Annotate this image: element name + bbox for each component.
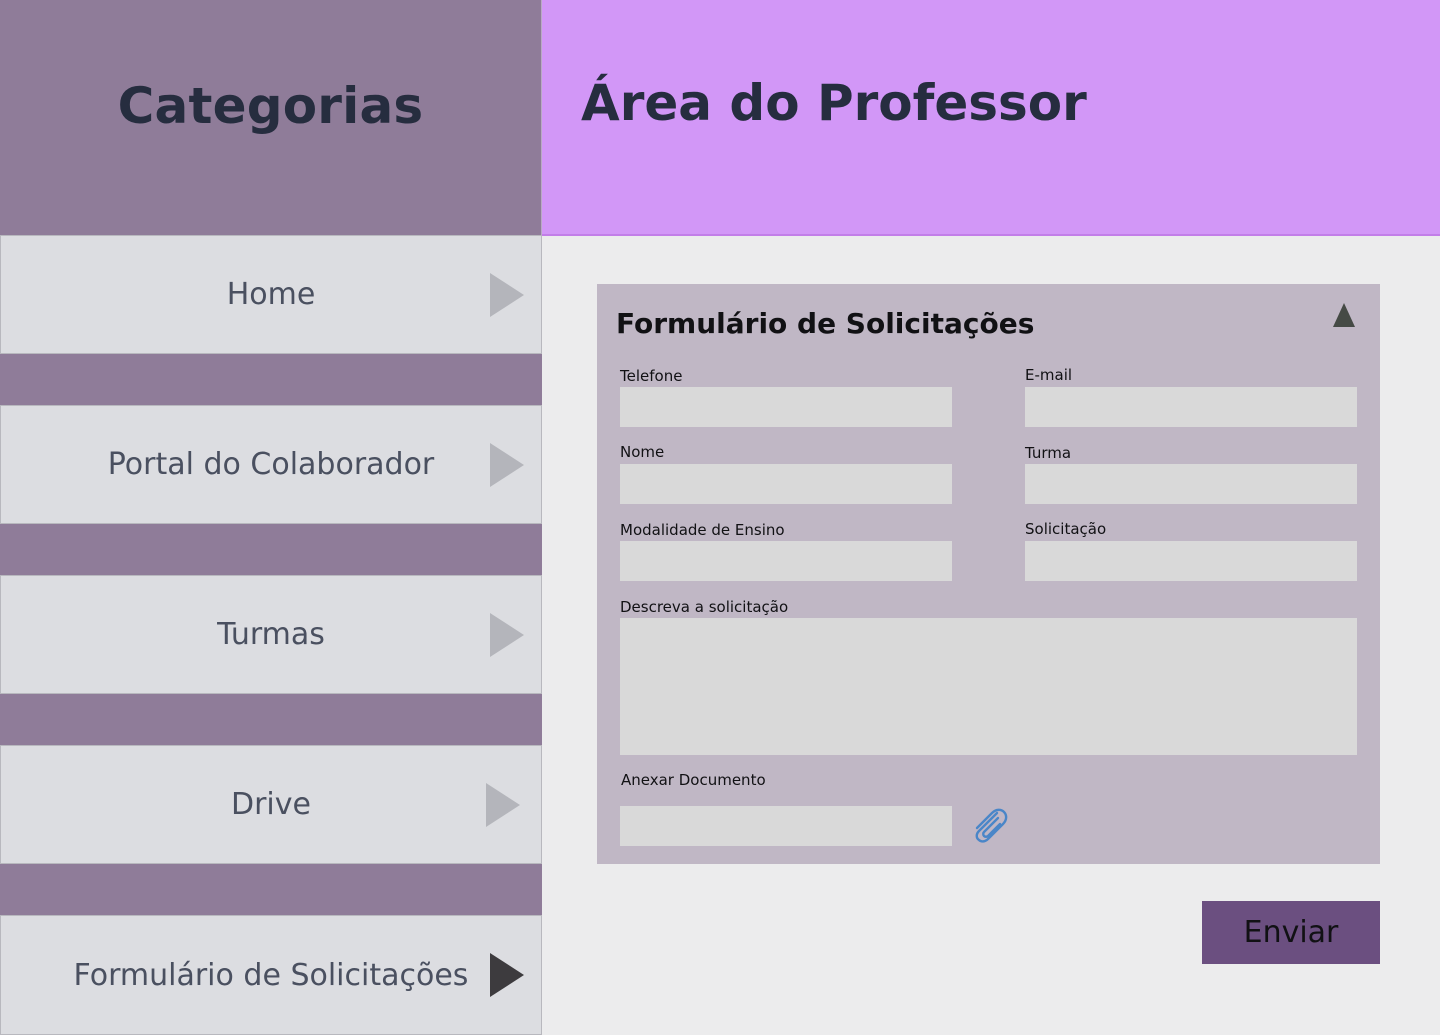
chevron-right-icon [486,782,520,827]
descricao-textarea[interactable] [620,618,1357,755]
sidebar-item-label: Drive [231,787,311,822]
sidebar: Categorias Home Portal do Colaborador Tu… [0,0,542,1035]
chevron-right-icon [490,953,524,997]
chevron-right-icon [490,272,524,317]
sidebar-item-label: Home [226,277,316,312]
collapse-toggle[interactable] [1333,303,1355,327]
anexo-label: Anexar Documento [621,771,766,789]
sidebar-item-label: Formulário de Solicitações [73,957,469,993]
nome-label: Nome [620,443,665,461]
telefone-label: Telefone [620,367,683,385]
sidebar-item-label: Portal do Colaborador [107,447,435,482]
modalidade-label: Modalidade de Ensino [620,521,785,539]
sidebar-item-drive[interactable]: Drive [0,745,542,864]
modalidade-field[interactable] [620,541,952,581]
paperclip-icon[interactable] [967,804,1011,846]
triangle-up-icon [1333,303,1355,327]
telefone-field[interactable] [620,387,952,427]
solicitacao-label: Solicitação [1025,520,1107,538]
sidebar-item-label: Turmas [217,617,325,652]
page-header: Área do Professor [542,0,1440,236]
sidebar-title: Categorias [117,76,424,135]
submit-button[interactable]: Enviar [1202,901,1380,964]
turma-field[interactable] [1025,464,1357,504]
nome-field[interactable] [620,464,952,504]
sidebar-item-home[interactable]: Home [0,235,542,354]
turma-label: Turma [1025,444,1072,462]
solicitacao-field[interactable] [1025,541,1357,581]
sidebar-header: Categorias [0,0,542,235]
sidebar-item-formulario[interactable]: Formulário de Solicitações [0,915,542,1035]
email-label: E-mail [1025,366,1073,384]
anexo-field[interactable] [620,806,952,846]
page-title: Área do Professor [581,74,1087,132]
form-title: Formulário de Solicitações [616,307,1035,340]
request-form-panel: Formulário de Solicitações Telefone E-ma… [597,284,1380,864]
sidebar-item-portal-do-colaborador[interactable]: Portal do Colaborador [0,405,542,524]
email-field[interactable] [1025,387,1357,427]
sidebar-item-turmas[interactable]: Turmas [0,575,542,694]
chevron-right-icon [490,612,524,657]
descricao-label: Descreva a solicitação [620,598,789,616]
chevron-right-icon [490,442,524,487]
